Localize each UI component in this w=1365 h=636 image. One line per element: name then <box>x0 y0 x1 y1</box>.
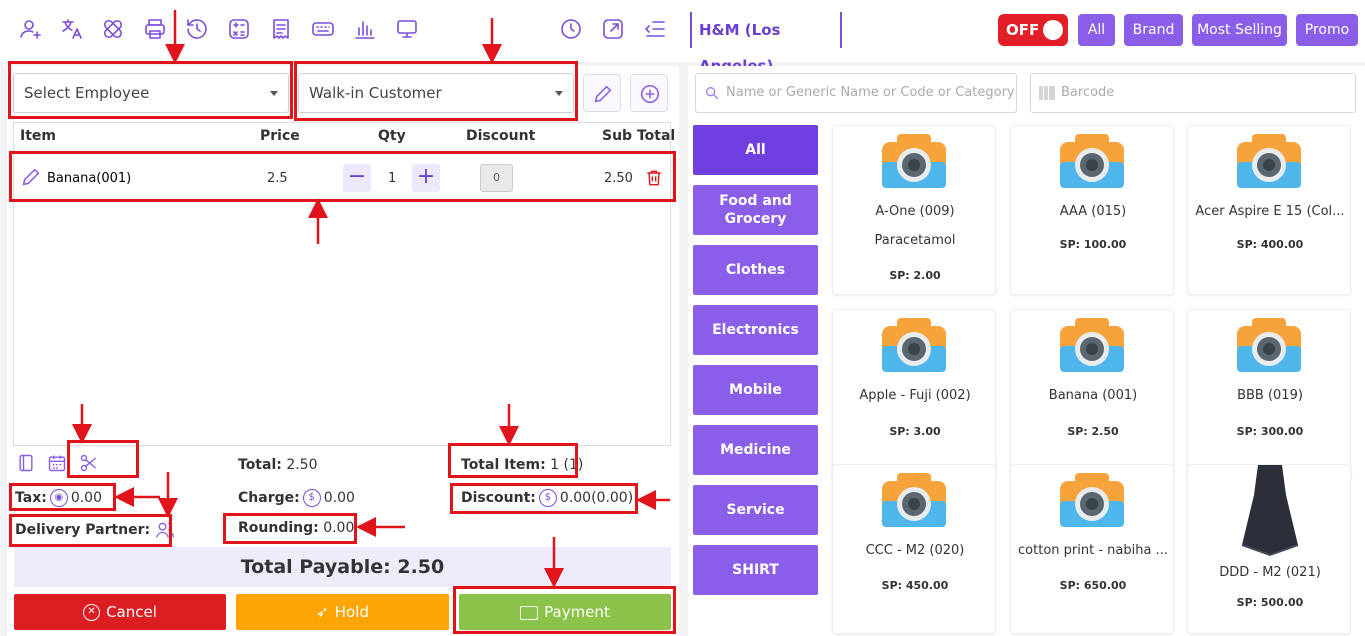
annotation-arrows <box>72 10 670 588</box>
